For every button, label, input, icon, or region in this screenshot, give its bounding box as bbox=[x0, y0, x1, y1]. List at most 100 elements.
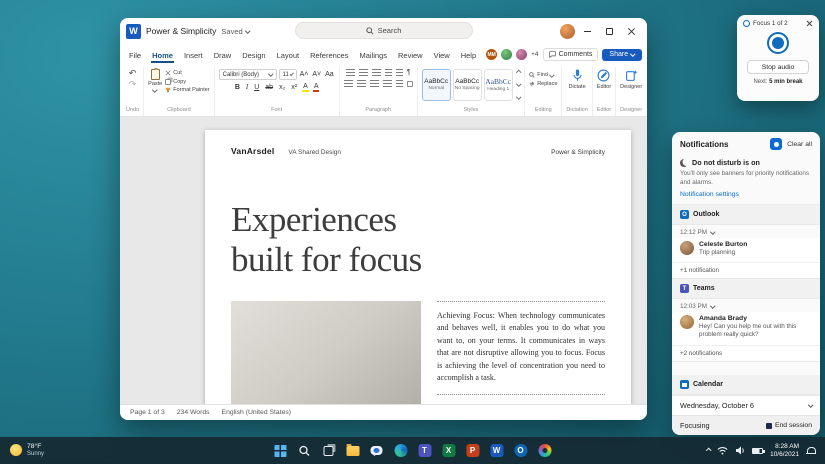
align-left-button[interactable] bbox=[343, 80, 353, 87]
notification-item[interactable]: Celeste Burton Trip planning bbox=[672, 238, 820, 263]
powerpoint-button[interactable]: P bbox=[464, 442, 481, 459]
style-heading-1[interactable]: AaBbCc Heading 1 bbox=[483, 69, 513, 101]
end-session-button[interactable]: End session bbox=[765, 422, 812, 429]
share-button[interactable]: Share bbox=[602, 48, 642, 61]
cut-button[interactable]: Cut bbox=[165, 70, 182, 76]
designer-button[interactable]: Designer bbox=[620, 69, 642, 90]
network-button[interactable] bbox=[717, 446, 728, 455]
decrease-indent-button[interactable] bbox=[384, 69, 392, 76]
increase-font-button[interactable]: A˄ bbox=[299, 71, 310, 78]
photos-button[interactable] bbox=[536, 442, 553, 459]
outlook-button[interactable]: O bbox=[512, 442, 529, 459]
maximize-button[interactable] bbox=[600, 22, 619, 40]
tab-mailings[interactable]: Mailings bbox=[358, 47, 388, 63]
collaborator-overflow[interactable]: +4 bbox=[531, 51, 538, 58]
account-avatar[interactable] bbox=[560, 23, 575, 39]
styles-gallery-scroll[interactable] bbox=[515, 69, 521, 101]
battery-button[interactable] bbox=[752, 447, 765, 454]
bold-button[interactable]: B bbox=[234, 84, 241, 91]
calendar-date-row[interactable]: Wednesday, October 6 bbox=[672, 395, 820, 415]
word-count[interactable]: 234 Words bbox=[177, 409, 210, 416]
dictate-button[interactable]: Dictate bbox=[569, 69, 586, 90]
stop-audio-button[interactable]: Stop audio bbox=[747, 60, 809, 74]
notification-group-outlook[interactable]: O Outlook bbox=[672, 205, 820, 225]
taskbar-search-button[interactable] bbox=[296, 442, 313, 459]
strikethrough-button[interactable]: ab bbox=[264, 84, 274, 91]
weather-widget[interactable]: 78°F Sunny bbox=[0, 443, 44, 458]
notification-timestamp[interactable]: 12:03 PM bbox=[672, 299, 820, 312]
tab-design[interactable]: Design bbox=[241, 47, 266, 63]
notification-item[interactable]: Amanda Brady Hey! Can you help me out wi… bbox=[672, 312, 820, 345]
start-button[interactable] bbox=[272, 442, 289, 459]
redo-button[interactable]: ↷ bbox=[129, 80, 137, 89]
numbering-button[interactable] bbox=[358, 69, 368, 76]
chat-button[interactable] bbox=[368, 442, 385, 459]
superscript-button[interactable]: x² bbox=[290, 84, 298, 91]
autosave-status[interactable]: Saved bbox=[221, 27, 250, 36]
file-explorer-button[interactable] bbox=[344, 442, 361, 459]
multilevel-list-button[interactable] bbox=[371, 69, 381, 76]
edge-button[interactable] bbox=[392, 442, 409, 459]
page-count[interactable]: Page 1 of 3 bbox=[130, 409, 165, 416]
line-spacing-button[interactable] bbox=[395, 80, 403, 87]
replace-button[interactable]: Replace bbox=[529, 81, 557, 87]
show-formatting-button[interactable]: ¶ bbox=[407, 69, 411, 76]
clock[interactable]: 8:28 AM 10/6/2021 bbox=[770, 443, 799, 459]
collaborator-avatar[interactable] bbox=[501, 49, 513, 60]
tab-layout[interactable]: Layout bbox=[276, 47, 301, 63]
tray-overflow-button[interactable] bbox=[705, 448, 711, 454]
undo-button[interactable]: ↶ bbox=[129, 69, 137, 78]
justify-button[interactable] bbox=[382, 80, 392, 87]
find-button[interactable]: Find bbox=[529, 72, 557, 78]
align-center-button[interactable] bbox=[356, 80, 366, 87]
notification-timestamp[interactable]: 12:12 PM bbox=[672, 225, 820, 238]
increase-indent-button[interactable] bbox=[395, 69, 403, 76]
language-status[interactable]: English (United States) bbox=[222, 409, 292, 416]
font-color-button[interactable]: A bbox=[312, 83, 320, 92]
more-notifications-link[interactable]: +1 notification bbox=[672, 262, 820, 280]
do-not-disturb-toggle[interactable] bbox=[770, 138, 783, 150]
tab-view[interactable]: View bbox=[433, 47, 451, 63]
more-notifications-link[interactable]: +2 notifications bbox=[672, 344, 820, 362]
tab-insert[interactable]: Insert bbox=[183, 47, 204, 63]
subscript-button[interactable]: x₂ bbox=[278, 84, 286, 91]
excel-button[interactable]: X bbox=[440, 442, 457, 459]
font-family-select[interactable]: Calibri (Body) bbox=[218, 69, 277, 80]
notifications-button[interactable] bbox=[806, 446, 816, 455]
font-size-select[interactable]: 11 bbox=[278, 69, 297, 80]
document-canvas[interactable]: VanArsdel VA Shared Design Power & Simpl… bbox=[120, 117, 647, 404]
comments-button[interactable]: Comments bbox=[542, 48, 599, 61]
editor-button[interactable]: Editor bbox=[597, 69, 611, 90]
italic-button[interactable]: I bbox=[245, 84, 249, 91]
paste-button[interactable]: Paste bbox=[148, 68, 162, 93]
style-no-spacing[interactable]: AaBbCc No Spacing bbox=[452, 69, 482, 101]
document-page[interactable]: VanArsdel VA Shared Design Power & Simpl… bbox=[205, 130, 631, 404]
tab-draw[interactable]: Draw bbox=[213, 47, 233, 63]
tab-file[interactable]: File bbox=[128, 47, 142, 63]
collaborator-avatar[interactable] bbox=[516, 49, 528, 60]
align-right-button[interactable] bbox=[369, 80, 379, 87]
tab-home[interactable]: Home bbox=[151, 47, 174, 63]
tab-review[interactable]: Review bbox=[397, 47, 424, 63]
notification-settings-link[interactable]: Notification settings bbox=[680, 191, 812, 198]
style-normal[interactable]: AaBbCc Normal bbox=[421, 69, 451, 101]
highlight-color-button[interactable]: A bbox=[302, 83, 309, 92]
underline-button[interactable]: U bbox=[253, 84, 260, 91]
word-button[interactable]: W bbox=[488, 442, 505, 459]
minimize-button[interactable] bbox=[578, 22, 597, 40]
change-case-button[interactable]: Aa bbox=[324, 71, 335, 78]
collaborator-avatar[interactable]: MM bbox=[486, 49, 498, 60]
close-icon[interactable] bbox=[806, 20, 813, 27]
search-input[interactable]: Search bbox=[294, 22, 473, 39]
tab-references[interactable]: References bbox=[309, 47, 349, 63]
format-painter-button[interactable]: Format Painter bbox=[165, 87, 210, 93]
notification-group-calendar[interactable]: Calendar bbox=[672, 375, 820, 395]
tab-help[interactable]: Help bbox=[460, 47, 477, 63]
close-button[interactable] bbox=[622, 22, 641, 40]
task-view-button[interactable] bbox=[320, 442, 337, 459]
decrease-font-button[interactable]: A˅ bbox=[311, 71, 322, 78]
volume-button[interactable] bbox=[735, 446, 745, 455]
teams-button[interactable]: T bbox=[416, 442, 433, 459]
clear-all-button[interactable]: Clear all bbox=[787, 141, 812, 148]
notification-group-teams[interactable]: T Teams bbox=[672, 279, 820, 300]
